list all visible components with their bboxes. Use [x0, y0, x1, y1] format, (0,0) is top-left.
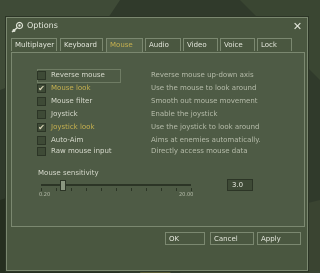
option-description: Aims at enemies automatically. — [151, 136, 261, 144]
ok-button[interactable]: OK — [165, 232, 205, 245]
option-label: Joystick look — [51, 123, 95, 131]
slider-tick — [41, 188, 42, 191]
close-button[interactable]: ✕ — [292, 20, 303, 33]
option-label: Mouse look — [51, 84, 91, 92]
tab-voice[interactable]: Voice — [220, 38, 255, 51]
option-description: Reverse mouse up-down axis — [151, 71, 254, 79]
slider-tick — [71, 188, 72, 191]
option-label: Joystick — [51, 110, 78, 118]
joystick-look-checkbox[interactable]: ✔ — [37, 123, 46, 132]
slider-tick — [86, 188, 87, 191]
title-bar[interactable]: Options ✕ — [7, 18, 307, 36]
slider-min-label: 0.20 — [39, 192, 51, 198]
option-description: Smooth out mouse movement — [151, 97, 258, 105]
slider-tick — [146, 188, 147, 191]
mouse-look-checkbox[interactable]: ✔ — [37, 84, 46, 93]
mouse-sensitivity-label: Mouse sensitivity — [38, 169, 99, 177]
option-label: Reverse mouse — [51, 71, 105, 79]
slider-ticks — [41, 188, 192, 191]
window-title: Options — [27, 21, 58, 30]
apply-button[interactable]: Apply — [257, 232, 301, 245]
reverse-mouse-checkbox[interactable] — [37, 71, 46, 80]
option-description: Directly access mouse data — [151, 147, 248, 155]
option-description: Enable the joystick — [151, 110, 218, 118]
slider-tick — [131, 188, 132, 191]
steam-logo-icon — [11, 21, 24, 33]
option-label: Auto-Aim — [51, 136, 84, 144]
option-description: Use the mouse to look around — [151, 84, 257, 92]
tab-multiplayer[interactable]: Multiplayer — [11, 38, 57, 51]
slider-max-label: 20.00 — [179, 192, 194, 198]
slider-tick — [161, 188, 162, 191]
slider-tick — [116, 188, 117, 191]
options-dialog: Options ✕ Multiplayer Keyboard Mouse Aud… — [6, 17, 308, 271]
tab-video[interactable]: Video — [183, 38, 218, 51]
sensitivity-value-input[interactable]: 3.0 — [227, 179, 253, 191]
tab-mouse[interactable]: Mouse — [106, 38, 143, 52]
tab-audio[interactable]: Audio — [145, 38, 181, 51]
option-label: Mouse filter — [51, 97, 93, 105]
tab-lock[interactable]: Lock — [257, 38, 292, 51]
raw-mouse-input-checkbox[interactable] — [37, 147, 46, 156]
joystick-checkbox[interactable] — [37, 110, 46, 119]
option-description: Use the joystick to look around — [151, 123, 260, 131]
tab-keyboard[interactable]: Keyboard — [60, 38, 103, 51]
check-icon: ✔ — [38, 123, 45, 132]
slider-tick — [191, 188, 192, 191]
close-icon: ✕ — [292, 20, 303, 33]
mouse-filter-checkbox[interactable] — [37, 97, 46, 106]
auto-aim-checkbox[interactable] — [37, 136, 46, 145]
check-icon: ✔ — [38, 84, 45, 93]
cancel-button[interactable]: Cancel — [210, 232, 254, 245]
slider-tick — [56, 188, 57, 191]
option-label: Raw mouse input — [51, 147, 112, 155]
slider-tick — [101, 188, 102, 191]
slider-tick — [176, 188, 177, 191]
